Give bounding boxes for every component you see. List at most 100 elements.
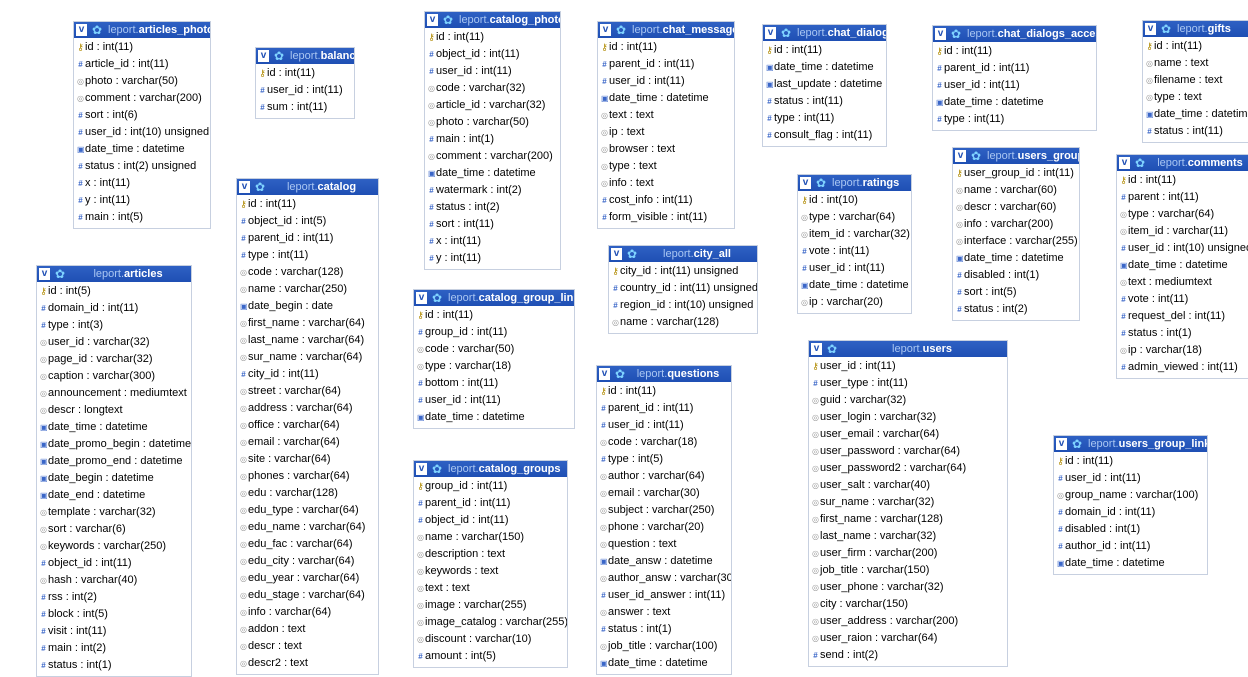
table-header[interactable]: v ✿ leport.catalog — [237, 179, 378, 195]
field-row[interactable]: # consult_flag : int(11) — [763, 127, 886, 144]
field-row[interactable]: ◎author : varchar(64) — [597, 468, 731, 485]
field-row[interactable]: # object_id : int(5) — [237, 213, 378, 230]
field-row[interactable]: # status : int(1) — [1117, 325, 1248, 342]
field-row[interactable]: # sort : int(6) — [74, 107, 210, 124]
field-row[interactable]: # block : int(5) — [37, 606, 191, 623]
field-row[interactable]: # sort : int(11) — [425, 216, 560, 233]
collapse-toggle-icon[interactable]: v — [39, 268, 50, 280]
field-row[interactable]: # type : int(3) — [37, 317, 191, 334]
field-row[interactable]: # status : int(1) — [597, 621, 731, 638]
table-header[interactable]: v✿leport.balance — [256, 48, 354, 64]
field-row[interactable]: ◎guid : varchar(32) — [809, 392, 1007, 409]
collapse-toggle-icon[interactable]: v — [1119, 157, 1130, 169]
field-row[interactable]: ◎name : varchar(150) — [414, 529, 567, 546]
collapse-toggle-icon[interactable]: v — [1145, 23, 1156, 35]
field-row[interactable]: ◎edu_fac : varchar(64) — [237, 536, 378, 553]
field-row[interactable]: ◎code : varchar(50) — [414, 341, 574, 358]
field-row[interactable]: ▣date_begin : datetime — [37, 470, 191, 487]
gear-icon[interactable]: ✿ — [814, 175, 828, 191]
field-row[interactable]: ⚷id : int(11) — [933, 43, 1096, 60]
field-row[interactable]: ▣date_time : datetime — [597, 655, 731, 672]
table-users[interactable]: v ✿ leport.users ⚷user_id : int(11) # user_ty… — [808, 340, 1008, 667]
field-row[interactable]: ◎type : varchar(18) — [414, 358, 574, 375]
field-row[interactable]: # type : int(11) — [933, 111, 1096, 128]
collapse-toggle-icon[interactable]: v — [239, 181, 250, 193]
field-row[interactable]: # x : int(11) — [425, 233, 560, 250]
field-row[interactable]: ▣date_time : datetime — [1143, 106, 1248, 123]
table-header[interactable]: v✿leport.chat_dialogs — [763, 25, 886, 41]
table-city_all[interactable]: v ✿ leport.city_all ⚷city_id : int(11) unsi… — [608, 245, 758, 334]
field-row[interactable]: # user_id : int(11) — [1054, 470, 1207, 487]
field-row[interactable]: ◎user_email : varchar(64) — [809, 426, 1007, 443]
field-row[interactable]: ◎ip : varchar(18) — [1117, 342, 1248, 359]
field-row[interactable]: ◎type : varchar(64) — [798, 209, 911, 226]
field-row[interactable]: ◎discount : varchar(10) — [414, 631, 567, 648]
field-row[interactable]: ⚷id : int(11) — [597, 383, 731, 400]
field-row[interactable]: ◎subject : varchar(250) — [597, 502, 731, 519]
field-row[interactable]: # user_id : int(10) unsigned — [74, 124, 210, 141]
field-row[interactable]: ⚷id : int(11) — [425, 29, 560, 46]
field-row[interactable]: # sum : int(11) — [256, 99, 354, 116]
field-row[interactable]: # user_id : int(10) unsigned — [1117, 240, 1248, 257]
field-row[interactable]: # city_id : int(11) — [237, 366, 378, 383]
field-row[interactable]: # status : int(2) — [953, 301, 1079, 318]
field-row[interactable]: ◎edu_year : varchar(64) — [237, 570, 378, 587]
collapse-toggle-icon[interactable]: v — [765, 27, 776, 39]
gear-icon[interactable]: ✿ — [430, 461, 444, 477]
gear-icon[interactable]: ✿ — [949, 26, 963, 42]
field-row[interactable]: # user_id : int(11) — [425, 63, 560, 80]
field-row[interactable]: ⚷id : int(11) — [237, 196, 378, 213]
field-row[interactable]: ▣date_time : datetime — [763, 59, 886, 76]
field-row[interactable]: # user_id_answer : int(11) — [597, 587, 731, 604]
field-row[interactable]: # author_id : int(11) — [1054, 538, 1207, 555]
field-row[interactable]: # amount : int(5) — [414, 648, 567, 665]
field-row[interactable]: ◎first_name : varchar(64) — [237, 315, 378, 332]
field-row[interactable]: ◎name : varchar(250) — [237, 281, 378, 298]
field-row[interactable]: # user_id : int(11) — [598, 73, 734, 90]
field-row[interactable]: ◎ip : text — [598, 124, 734, 141]
field-row[interactable]: ▣date_time : datetime — [1054, 555, 1207, 572]
table-header[interactable]: v ✿ leport.articles — [37, 266, 191, 282]
field-row[interactable]: ◎street : varchar(64) — [237, 383, 378, 400]
field-row[interactable]: ▣date_end : datetime — [37, 487, 191, 504]
field-row[interactable]: ◎user_id : varchar(32) — [37, 334, 191, 351]
field-row[interactable]: ◎author_answ : varchar(30) — [597, 570, 731, 587]
table-articles[interactable]: v ✿ leport.articles ⚷id : int(5) # domain_id … — [36, 265, 192, 677]
field-row[interactable]: # status : int(11) — [1143, 123, 1248, 140]
field-row[interactable]: ◎descr : longtext — [37, 402, 191, 419]
collapse-toggle-icon[interactable]: v — [427, 14, 438, 26]
field-row[interactable]: # status : int(1) — [37, 657, 191, 674]
field-row[interactable]: # object_id : int(11) — [37, 555, 191, 572]
field-row[interactable]: ◎sort : varchar(6) — [37, 521, 191, 538]
field-row[interactable]: ◎user_address : varchar(200) — [809, 613, 1007, 630]
field-row[interactable]: ◎description : text — [414, 546, 567, 563]
field-row[interactable]: ⚷id : int(11) — [763, 42, 886, 59]
gear-icon[interactable]: ✿ — [613, 366, 627, 382]
table-header[interactable]: v ✿ leport.questions — [597, 366, 731, 382]
field-row[interactable]: ◎type : varchar(64) — [1117, 206, 1248, 223]
table-articles_photos[interactable]: v✿leport.articles_photos⚷id : int(11)#ar… — [73, 21, 211, 229]
field-row[interactable]: ◎text : text — [414, 580, 567, 597]
field-row[interactable]: ◎answer : text — [597, 604, 731, 621]
field-row[interactable]: ▣date_time : datetime — [425, 165, 560, 182]
table-chat_dialogs_access[interactable]: v✿leport.chat_dialogs_access⚷id : int(11… — [932, 25, 1097, 131]
field-row[interactable]: ◎office : varchar(64) — [237, 417, 378, 434]
collapse-toggle-icon[interactable]: v — [935, 28, 946, 40]
field-row[interactable]: ◎name : varchar(128) — [609, 314, 757, 331]
field-row[interactable]: ⚷user_id : int(11) — [809, 358, 1007, 375]
field-row[interactable]: # disabled : int(1) — [1054, 521, 1207, 538]
field-row[interactable]: ◎code : varchar(32) — [425, 80, 560, 97]
field-row[interactable]: # main : int(2) — [37, 640, 191, 657]
field-row[interactable]: # user_id : int(11) — [798, 260, 911, 277]
field-row[interactable]: ▣date_time : datetime — [798, 277, 911, 294]
field-row[interactable]: ◎city : varchar(150) — [809, 596, 1007, 613]
field-row[interactable]: ▣date_time : datetime — [74, 141, 210, 158]
gear-icon[interactable]: ✿ — [1133, 155, 1147, 171]
field-row[interactable]: ◎sur_name : varchar(64) — [237, 349, 378, 366]
field-row[interactable]: # form_visible : int(11) — [598, 209, 734, 226]
field-row[interactable]: # type : int(11) — [237, 247, 378, 264]
field-row[interactable]: # watermark : int(2) — [425, 182, 560, 199]
table-ratings[interactable]: v ✿ leport.ratings ⚷id : int(10) ◎type : var… — [797, 174, 912, 314]
field-row[interactable]: # main : int(5) — [74, 209, 210, 226]
table-header[interactable]: v ✿ leport.users — [809, 341, 1007, 357]
